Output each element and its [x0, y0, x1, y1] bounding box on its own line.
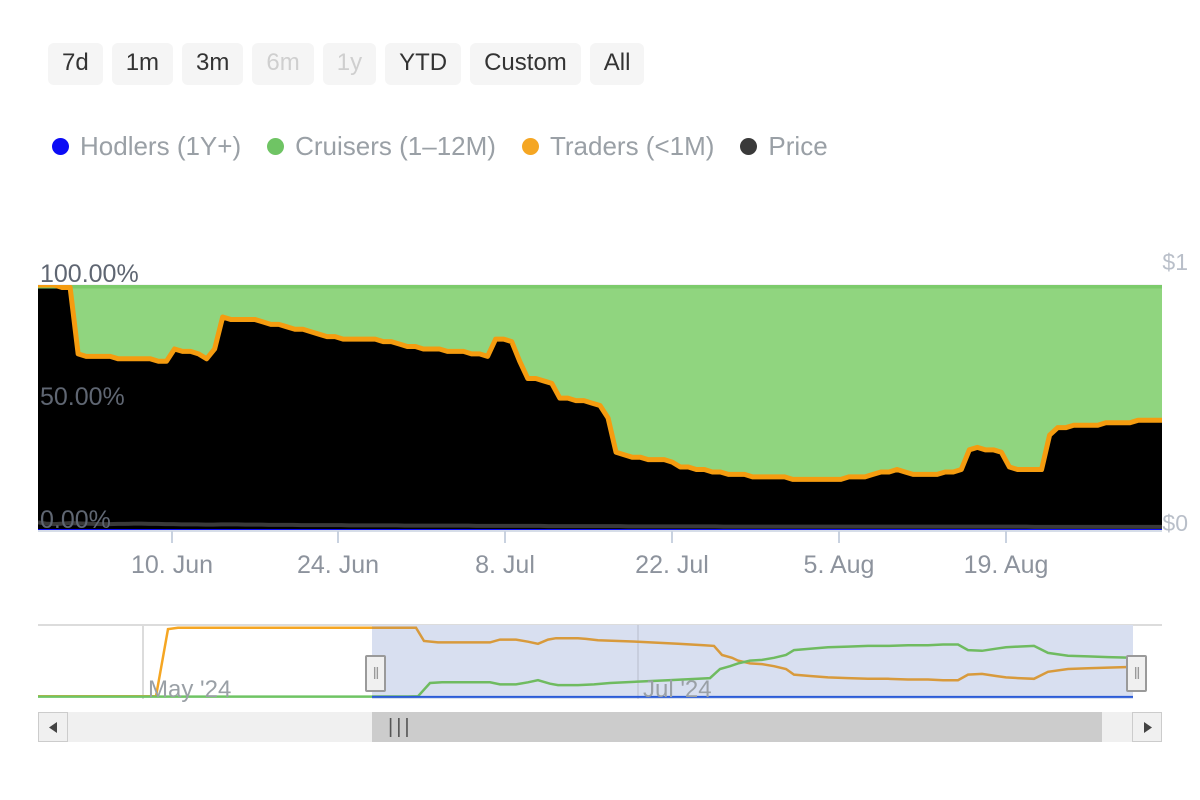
navigator-left-handle[interactable]: ‖	[365, 655, 386, 692]
range-button-6m: 6m	[252, 43, 313, 85]
x-axis-ticks	[172, 531, 1006, 543]
navigator-month-label-jul: Jul '24	[643, 678, 712, 702]
legend-item-1[interactable]: Cruisers (1–12M)	[267, 132, 496, 160]
y-axis-label-50: 50.00%	[40, 385, 125, 410]
y-axis-label-0: 0.00%	[40, 508, 111, 533]
y-axis-label-100: 100.00%	[40, 262, 139, 287]
left-arrow-icon	[48, 721, 59, 734]
legend-label: Hodlers (1Y+)	[80, 132, 241, 160]
x-axis-tick-label: 5. Aug	[804, 553, 875, 578]
stacked-area-plot: IntoTheBlock	[0, 240, 1200, 550]
navigator-selection-region[interactable]	[372, 625, 1133, 699]
price-axis-label-top: $1	[1162, 251, 1188, 274]
price-axis-label-bottom: $0	[1162, 512, 1188, 535]
right-arrow-icon	[1142, 721, 1153, 734]
range-button-7d[interactable]: 7d	[48, 43, 103, 85]
legend-dot-icon	[267, 138, 284, 155]
legend-item-3[interactable]: Price	[740, 132, 827, 160]
navigator-left-handle-grip: ‖	[372, 665, 378, 682]
range-selector: 7d1m3m6m1yYTDCustomAll	[48, 43, 644, 85]
x-axis-tick-label: 19. Aug	[964, 553, 1049, 578]
legend-item-2[interactable]: Traders (<1M)	[522, 132, 714, 160]
x-axis-tick-label: 10. Jun	[131, 553, 213, 578]
scrollbar-track[interactable]: |||	[68, 712, 1132, 742]
range-button-ytd[interactable]: YTD	[385, 43, 461, 85]
scrollbar-grip: |||	[388, 717, 413, 737]
legend-label: Traders (<1M)	[550, 132, 714, 160]
chart-scrollbar[interactable]: |||	[38, 712, 1162, 742]
legend-label: Cruisers (1–12M)	[295, 132, 496, 160]
legend-dot-icon	[522, 138, 539, 155]
x-axis-tick-label: 8. Jul	[475, 553, 535, 578]
legend-dot-icon	[740, 138, 757, 155]
chart-legend: Hodlers (1Y+) Cruisers (1–12M) Traders (<1…	[52, 132, 854, 160]
scrollbar-left-arrow-button[interactable]	[38, 712, 68, 742]
legend-label: Price	[768, 132, 827, 160]
scrollbar-thumb[interactable]: |||	[372, 712, 1102, 742]
x-axis-tick-label: 22. Jul	[635, 553, 709, 578]
navigator-right-handle-grip: ‖	[1133, 665, 1139, 682]
range-button-all[interactable]: All	[590, 43, 645, 85]
navigator-right-handle[interactable]: ‖	[1126, 655, 1147, 692]
legend-dot-icon	[52, 138, 69, 155]
main-chart: IntoTheBlock 100.00% 50.00% 0.00% $1 $0 …	[0, 240, 1200, 550]
range-button-1m[interactable]: 1m	[112, 43, 173, 85]
scrollbar-right-arrow-button[interactable]	[1132, 712, 1162, 742]
range-button-1y: 1y	[323, 43, 376, 85]
range-button-custom[interactable]: Custom	[470, 43, 581, 85]
range-button-3m[interactable]: 3m	[182, 43, 243, 85]
navigator-month-label-may: May '24	[148, 678, 231, 702]
x-axis-tick-label: 24. Jun	[297, 553, 379, 578]
chart-navigator[interactable]: May '24 Jul '24 ‖ ‖	[38, 623, 1162, 711]
legend-item-0[interactable]: Hodlers (1Y+)	[52, 132, 241, 160]
